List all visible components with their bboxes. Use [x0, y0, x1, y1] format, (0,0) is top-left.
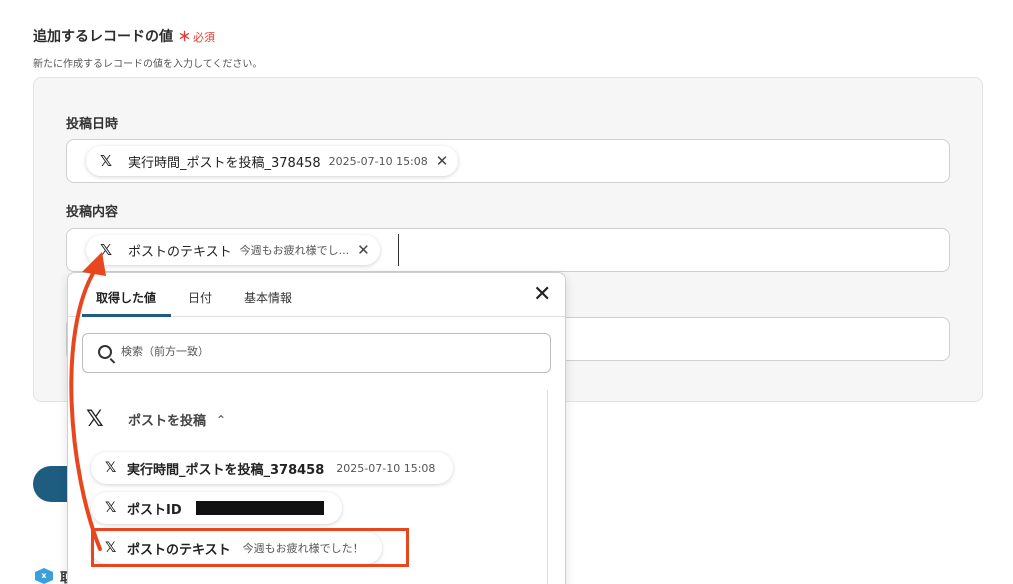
- annotation-arrow: [69, 252, 106, 551]
